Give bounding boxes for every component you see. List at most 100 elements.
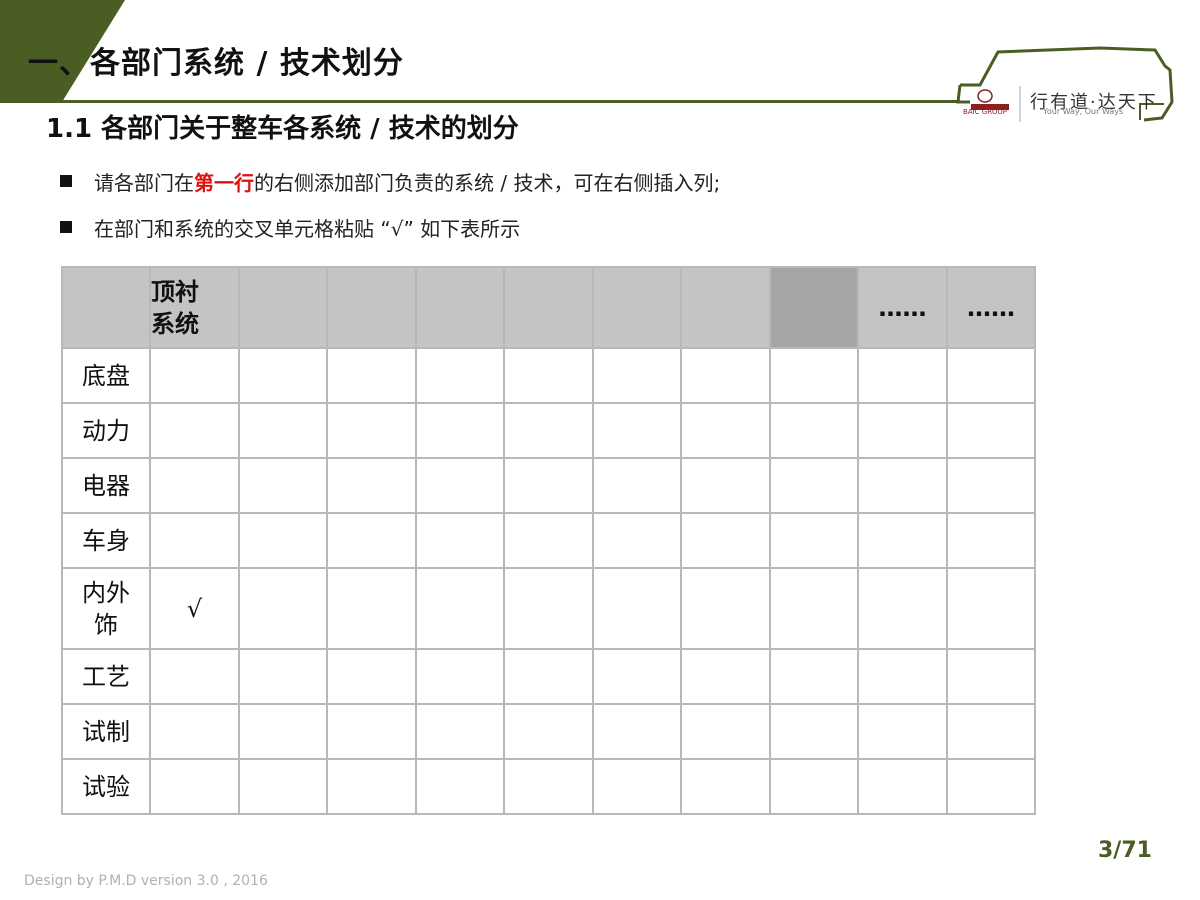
footer-credit: Design by P.M.D version 3.0 , 2016	[24, 873, 268, 889]
column-header-ellipsis[interactable]: ……	[857, 266, 948, 349]
matrix-cell[interactable]	[326, 567, 417, 650]
matrix-cell[interactable]	[769, 758, 859, 815]
matrix-cell[interactable]	[946, 648, 1036, 705]
matrix-cell[interactable]	[946, 758, 1036, 815]
matrix-cell[interactable]	[415, 402, 505, 459]
matrix-cell[interactable]	[149, 703, 240, 760]
matrix-cell[interactable]	[326, 347, 417, 404]
row-label: 试验	[61, 758, 151, 815]
matrix-cell[interactable]	[946, 402, 1036, 459]
table-row: 电器	[61, 457, 1036, 514]
column-header[interactable]	[769, 266, 859, 349]
column-header[interactable]: 顶衬系统	[149, 266, 240, 349]
matrix-cell[interactable]	[680, 457, 771, 514]
matrix-cell[interactable]	[326, 648, 417, 705]
matrix-cell[interactable]	[680, 758, 771, 815]
column-header[interactable]	[592, 266, 682, 349]
matrix-cell[interactable]	[238, 402, 328, 459]
matrix-cell[interactable]	[946, 703, 1036, 760]
column-header[interactable]	[326, 266, 417, 349]
matrix-cell[interactable]	[503, 457, 594, 514]
matrix-cell[interactable]	[415, 703, 505, 760]
matrix-cell[interactable]	[857, 402, 948, 459]
matrix-cell[interactable]	[149, 512, 240, 569]
matrix-cell[interactable]	[503, 347, 594, 404]
table-header-row: 顶衬系统 …… ……	[61, 266, 1036, 349]
matrix-cell[interactable]	[769, 703, 859, 760]
matrix-cell[interactable]	[769, 648, 859, 705]
matrix-cell[interactable]	[857, 457, 948, 514]
matrix-cell[interactable]	[415, 567, 505, 650]
matrix-cell[interactable]	[592, 402, 682, 459]
matrix-cell[interactable]	[680, 703, 771, 760]
matrix-cell[interactable]	[592, 567, 682, 650]
matrix-cell[interactable]	[149, 648, 240, 705]
matrix-cell[interactable]	[326, 402, 417, 459]
matrix-cell[interactable]	[857, 567, 948, 650]
matrix-cell[interactable]	[238, 347, 328, 404]
matrix-cell[interactable]	[503, 402, 594, 459]
matrix-cell[interactable]	[503, 567, 594, 650]
matrix-cell[interactable]	[415, 512, 505, 569]
column-header[interactable]	[680, 266, 771, 349]
matrix-cell[interactable]	[592, 512, 682, 569]
matrix-cell[interactable]	[680, 512, 771, 569]
matrix-cell[interactable]	[946, 512, 1036, 569]
matrix-cell[interactable]	[326, 703, 417, 760]
row-label: 内外饰	[61, 567, 151, 650]
matrix-cell[interactable]	[149, 402, 240, 459]
matrix-cell[interactable]	[238, 758, 328, 815]
matrix-cell[interactable]	[592, 758, 682, 815]
matrix-cell[interactable]	[415, 648, 505, 705]
matrix-cell[interactable]	[503, 703, 594, 760]
matrix-cell[interactable]	[680, 567, 771, 650]
matrix-cell[interactable]	[238, 567, 328, 650]
matrix-cell[interactable]	[592, 648, 682, 705]
table-row: 内外饰 √	[61, 567, 1036, 650]
column-header[interactable]	[503, 266, 594, 349]
matrix-cell[interactable]	[592, 457, 682, 514]
matrix-cell[interactable]	[415, 347, 505, 404]
matrix-cell[interactable]	[326, 512, 417, 569]
matrix-cell[interactable]	[680, 648, 771, 705]
matrix-cell[interactable]	[326, 457, 417, 514]
matrix-cell[interactable]	[769, 402, 859, 459]
slogan-english: Your Way, Our Ways	[1043, 107, 1124, 116]
matrix-cell[interactable]	[769, 512, 859, 569]
matrix-cell[interactable]	[946, 567, 1036, 650]
matrix-cell[interactable]	[857, 512, 948, 569]
row-label: 动力	[61, 402, 151, 459]
matrix-cell[interactable]	[946, 347, 1036, 404]
matrix-cell[interactable]	[326, 758, 417, 815]
matrix-cell[interactable]	[769, 567, 859, 650]
column-header[interactable]	[238, 266, 328, 349]
column-header-ellipsis[interactable]: ……	[946, 266, 1036, 349]
matrix-cell[interactable]	[769, 347, 859, 404]
matrix-cell[interactable]	[857, 648, 948, 705]
matrix-cell[interactable]	[592, 703, 682, 760]
table-row: 车身	[61, 512, 1036, 569]
matrix-cell[interactable]	[238, 648, 328, 705]
matrix-cell[interactable]	[238, 703, 328, 760]
matrix-cell[interactable]	[149, 347, 240, 404]
matrix-cell[interactable]	[946, 457, 1036, 514]
matrix-cell[interactable]	[415, 457, 505, 514]
matrix-cell[interactable]	[680, 402, 771, 459]
matrix-cell[interactable]	[857, 758, 948, 815]
matrix-cell[interactable]	[503, 758, 594, 815]
matrix-cell[interactable]	[415, 758, 505, 815]
matrix-cell[interactable]	[503, 512, 594, 569]
matrix-cell[interactable]	[238, 512, 328, 569]
matrix-cell[interactable]	[769, 457, 859, 514]
matrix-cell[interactable]	[857, 703, 948, 760]
matrix-cell[interactable]	[592, 347, 682, 404]
matrix-cell[interactable]: √	[149, 567, 240, 650]
matrix-cell[interactable]	[149, 457, 240, 514]
instruction-item: 请各部门在 第一行 的右侧添加部门负责的系统 / 技术，可在右侧插入列;	[60, 158, 720, 204]
column-header[interactable]	[415, 266, 505, 349]
matrix-cell[interactable]	[149, 758, 240, 815]
matrix-cell[interactable]	[238, 457, 328, 514]
matrix-cell[interactable]	[680, 347, 771, 404]
matrix-cell[interactable]	[857, 347, 948, 404]
matrix-cell[interactable]	[503, 648, 594, 705]
